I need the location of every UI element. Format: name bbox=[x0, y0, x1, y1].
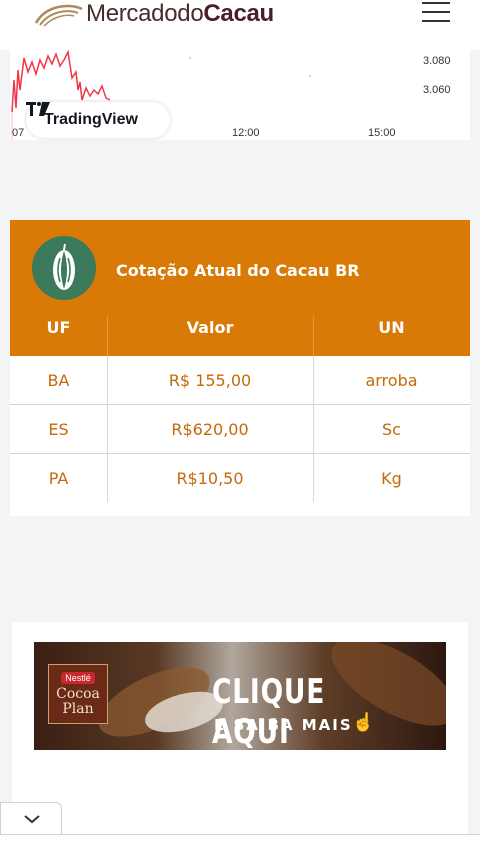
y-tick-label: 3.060 bbox=[423, 84, 451, 96]
nestle-badge: Nestlé bbox=[61, 672, 95, 684]
cta-sub-text: E SAIBA MAIS bbox=[214, 716, 353, 734]
price-table-header: Cotação Atual do Cacau BR UF Valor UN bbox=[10, 220, 470, 356]
y-tick-label: 3.080 bbox=[423, 55, 451, 67]
tradingview-badge[interactable]: TradingView bbox=[26, 102, 170, 138]
collapse-toggle-button[interactable] bbox=[0, 802, 62, 834]
table-row: ES R$620,00 Sc bbox=[10, 405, 470, 454]
tradingview-chart[interactable]: 3.080 3.060 07 12:00 15:00 TradingView bbox=[10, 50, 470, 140]
column-divider bbox=[313, 316, 314, 356]
cacao-pod-icon bbox=[32, 236, 96, 300]
cell-uf: PA bbox=[48, 469, 69, 488]
column-header-un: UN bbox=[378, 318, 405, 337]
price-table-card: Cotação Atual do Cacau BR UF Valor UN BA… bbox=[10, 220, 470, 516]
tradingview-logo-icon bbox=[26, 102, 50, 116]
logo-swirl-icon bbox=[34, 4, 83, 27]
x-tick-label: 12:00 bbox=[232, 127, 260, 139]
column-header-uf: UF bbox=[46, 318, 71, 337]
column-header-valor: Valor bbox=[186, 318, 234, 337]
bottom-sticky-bar bbox=[0, 834, 480, 854]
brand-line-cocoa: Cocoa bbox=[56, 686, 100, 702]
data-point bbox=[189, 57, 191, 59]
cell-un: Sc bbox=[382, 420, 401, 439]
cta-main-text: CLIQUE AQUI bbox=[212, 672, 326, 750]
cell-uf: ES bbox=[48, 420, 69, 439]
brand-name: MercadodoCacau bbox=[86, 0, 274, 27]
cell-valor: R$10,50 bbox=[176, 469, 244, 488]
column-divider bbox=[107, 356, 108, 502]
banner-card: Nestlé Cocoa Plan CLIQUE AQUI E SAIBA MA… bbox=[12, 622, 468, 854]
brand-line-plan: Plan bbox=[62, 701, 94, 717]
column-divider bbox=[107, 316, 108, 356]
site-logo[interactable]: MercadodoCacau bbox=[32, 0, 274, 28]
hamburger-icon[interactable] bbox=[422, 2, 450, 22]
price-table-title: Cotação Atual do Cacau BR bbox=[116, 261, 360, 280]
pointing-hand-icon: ☝ bbox=[352, 712, 375, 732]
data-point bbox=[309, 75, 311, 77]
site-header: MercadodoCacau bbox=[0, 0, 480, 50]
column-divider bbox=[313, 356, 314, 502]
cell-un: Kg bbox=[381, 469, 402, 488]
x-tick-label: 15:00 bbox=[368, 127, 396, 139]
cocoa-plan-banner[interactable]: Nestlé Cocoa Plan CLIQUE AQUI E SAIBA MA… bbox=[34, 642, 446, 750]
tradingview-label: TradingView bbox=[44, 111, 138, 128]
cocoa-plan-logo: Nestlé Cocoa Plan bbox=[48, 664, 108, 724]
chevron-down-icon bbox=[24, 815, 40, 824]
table-row: BA R$ 155,00 arroba bbox=[10, 356, 470, 405]
x-tick-label: 07 bbox=[12, 127, 24, 139]
table-row: PA R$10,50 Kg bbox=[10, 454, 470, 503]
cell-uf: BA bbox=[47, 371, 70, 390]
cell-valor: R$620,00 bbox=[171, 420, 249, 439]
cell-valor: R$ 155,00 bbox=[168, 371, 252, 390]
cell-un: arroba bbox=[365, 371, 418, 390]
